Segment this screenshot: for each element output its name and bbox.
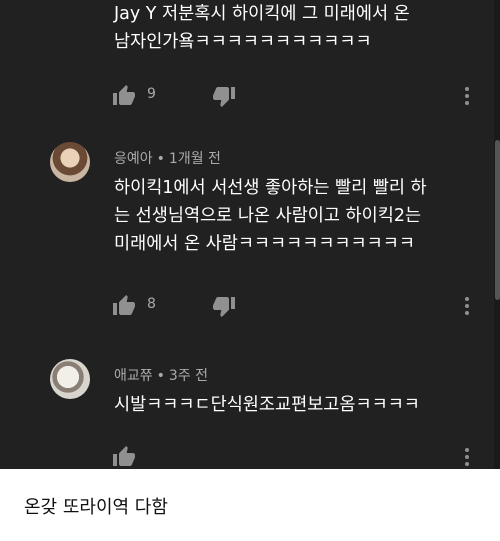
thumbs-down-icon — [213, 297, 235, 317]
scrollbar-thumb[interactable] — [495, 140, 500, 300]
more-vertical-icon — [465, 448, 469, 466]
comment-actions — [112, 445, 482, 469]
comment-text: 시발ㅋㅋㅋㄷ단식원조교편보고옴ㅋㅋㅋㅋ — [114, 395, 420, 415]
comment-item: Jay Y 저분혹시 하이킥에 그 미래에서 온 남자인가욬ㅋㅋㅋㅋㅋㅋㅋㅋㅋㅋ… — [0, 0, 494, 120]
like-button[interactable] — [112, 445, 138, 469]
thumbs-up-icon — [113, 85, 135, 105]
separator-dot: • — [156, 368, 165, 384]
more-options-button[interactable] — [460, 445, 474, 469]
comments-panel: Jay Y 저분혹시 하이킥에 그 미래에서 온 남자인가욬ㅋㅋㅋㅋㅋㅋㅋㅋㅋㅋ… — [0, 0, 500, 469]
like-button[interactable] — [112, 294, 138, 318]
scrollbar[interactable] — [494, 0, 500, 469]
more-vertical-icon — [465, 297, 469, 315]
more-options-button[interactable] — [460, 294, 474, 318]
comment-text: Jay Y 저분혹시 하이킥에 그 미래에서 온 남자인가욬ㅋㅋㅋㅋㅋㅋㅋㅋㅋㅋ… — [114, 4, 410, 52]
comment-meta: 애교쮸 • 3주 전 — [114, 365, 208, 385]
thumbs-down-icon — [213, 87, 235, 107]
comment-time: 1개월 전 — [168, 151, 221, 167]
like-count: 8 — [147, 296, 156, 312]
separator-dot: • — [156, 151, 165, 167]
more-vertical-icon — [465, 87, 469, 105]
comment-time: 3주 전 — [168, 368, 209, 384]
author-name[interactable]: 애교쮸 — [114, 368, 153, 384]
thumbs-up-icon — [113, 295, 135, 315]
dislike-button[interactable] — [212, 294, 238, 318]
more-options-button[interactable] — [460, 84, 474, 108]
comment-actions: 8 — [112, 294, 482, 318]
comment-item: 응예아 • 1개월 전 하이킥1에서 서선생 좋아하는 빨리 빨리 하 는 선생님역… — [0, 140, 494, 340]
thumbs-up-icon — [113, 446, 135, 466]
like-button[interactable] — [112, 84, 138, 108]
comment-text: 하이킥1에서 서선생 좋아하는 빨리 빨리 하 는 선생님역으로 나온 사람이고… — [114, 178, 427, 254]
comment-actions: 9 — [112, 84, 482, 108]
post-caption: 온갖 또라이역 다함 — [24, 497, 168, 518]
dislike-button[interactable] — [212, 84, 238, 108]
comment-meta: 응예아 • 1개월 전 — [114, 148, 221, 168]
author-name[interactable]: 응예아 — [114, 151, 153, 167]
avatar[interactable] — [50, 142, 90, 182]
like-count: 9 — [147, 86, 156, 102]
comment-item: 애교쮸 • 3주 전 시발ㅋㅋㅋㄷ단식원조교편보고옴ㅋㅋㅋㅋ — [0, 357, 494, 469]
avatar[interactable] — [50, 359, 90, 399]
